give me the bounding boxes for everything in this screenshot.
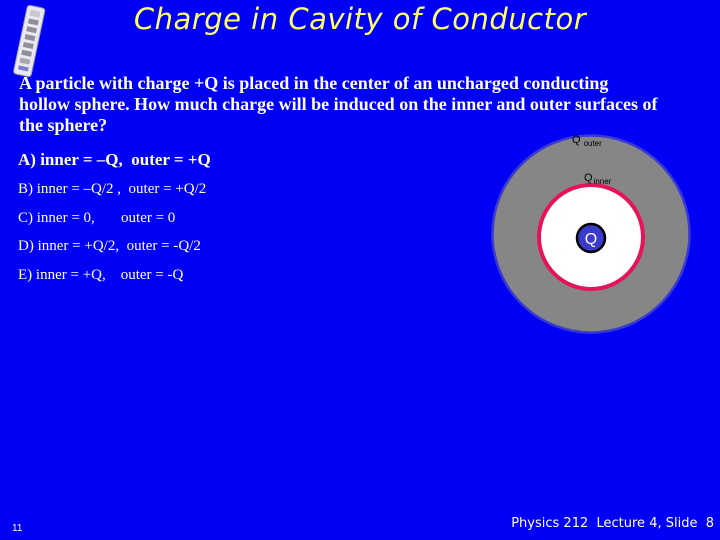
charge-label: Q	[585, 231, 597, 248]
slide-footer: Physics 212 Lecture 4, Slide 8	[511, 516, 714, 531]
inner-charge-subscript: inner	[594, 177, 612, 186]
conductor-diagram: Q Qouter Qinner	[491, 134, 691, 334]
option-d: D) inner = +Q/2, outer = -Q/2	[18, 238, 201, 254]
page-number: 11	[12, 523, 23, 534]
option-b: B) inner = –Q/2 , outer = +Q/2	[18, 181, 207, 197]
option-e: E) inner = +Q, outer = -Q	[18, 267, 184, 283]
option-a: A) inner = –Q, outer = +Q	[18, 150, 211, 169]
option-c: C) inner = 0, outer = 0	[18, 210, 176, 226]
outer-charge-subscript: outer	[584, 139, 603, 148]
outer-charge-symbol: Q	[572, 134, 581, 146]
slide-title: Charge in Cavity of Conductor	[133, 2, 587, 36]
inner-charge-symbol: Q	[584, 172, 593, 184]
